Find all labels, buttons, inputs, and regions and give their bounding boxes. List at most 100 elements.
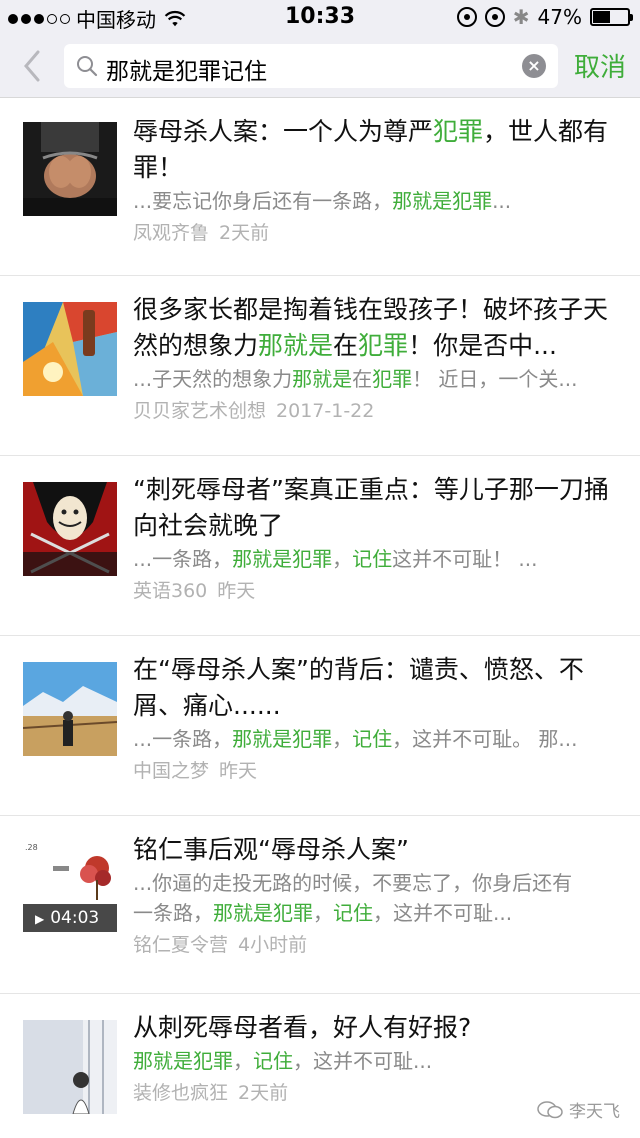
highlight-text: 那就是犯罪 <box>213 901 313 925</box>
result-source: 凤观齐鲁 <box>133 222 210 244</box>
result-snippet: 一条路，那就是犯罪，记住，这并不可耻... <box>133 898 616 928</box>
result-meta: 铭仁夏令营 4小时前 <box>133 930 616 960</box>
text-segment: 从刺死辱母者看，好人有好报? <box>133 1013 472 1042</box>
highlight-text: 犯罪 <box>358 331 409 360</box>
text-segment: 一条路， <box>133 901 213 925</box>
text-segment: ...子天然的想象力 <box>133 367 293 391</box>
text-segment: ， <box>332 727 353 751</box>
result-time: 昨天 <box>217 580 256 602</box>
result-title: 在“辱母杀人案”的背后：谴责、愤怒、不屑、痛心...... <box>133 652 616 724</box>
thumb-caption: .28 <box>25 843 38 852</box>
watermark-text: 李天飞 <box>569 1102 620 1122</box>
search-icon <box>77 56 98 77</box>
text-segment: 在 <box>333 331 359 360</box>
result-time: 2天前 <box>238 1082 289 1104</box>
orientation-lock-icon <box>456 7 477 27</box>
text-segment: ， <box>233 1049 253 1073</box>
text-segment: 这并不可耻！ ... <box>392 547 538 571</box>
result-meta: 中国之梦 昨天 <box>133 756 616 786</box>
text-segment: ...一条路， <box>133 727 233 751</box>
result-title: 很多家长都是掏着钱在毁孩子！破坏孩子天然的想象力那就是在犯罪！你是否中... <box>133 292 616 364</box>
result-source: 贝贝家艺术创想 <box>133 400 267 422</box>
text-segment: ，这并不可耻... <box>373 901 513 925</box>
thumbnail <box>23 302 117 396</box>
text-segment: “刺死辱母者”案真正重点：等儿子那一刀捅向社会就晚了 <box>133 475 609 540</box>
result-title: “刺死辱母者”案真正重点：等儿子那一刀捅向社会就晚了 <box>133 472 616 544</box>
back-chevron-icon[interactable] <box>18 48 48 84</box>
result-item[interactable]: 在“辱母杀人案”的背后：谴责、愤怒、不屑、痛心...... ...一条路，那就是… <box>0 636 640 816</box>
result-snippet: 那就是犯罪，记住，这并不可耻... <box>133 1046 616 1076</box>
result-snippet: ...要忘记你身后还有一条路，那就是犯罪... <box>133 186 616 216</box>
search-bar: 那就是犯罪记住 × 取消 <box>0 34 640 98</box>
thumbnail <box>23 662 117 756</box>
result-snippet: ...一条路，那就是犯罪，记住这并不可耻！ ... <box>133 544 616 574</box>
thumbnail <box>23 482 117 576</box>
battery-percent: 47% <box>537 5 582 29</box>
result-time: 昨天 <box>219 760 258 782</box>
highlight-text: 那就是 <box>292 367 353 391</box>
result-time: 2天前 <box>219 222 270 244</box>
text-segment: ， <box>313 901 333 925</box>
text-segment: ...要忘记你身后还有一条路， <box>133 189 393 213</box>
text-segment: 在 <box>352 367 373 391</box>
text-segment: 铭仁事后观“辱母杀人案” <box>133 835 409 864</box>
watermark: 李天飞 <box>537 1097 620 1122</box>
result-snippet: ...子天然的想象力那就是在犯罪！ 近日，一个关... <box>133 364 616 394</box>
results-list: 辱母杀人案：一个人为尊严犯罪，世人都有罪！ ...要忘记你身后还有一条路，那就是… <box>0 98 640 1138</box>
result-meta: 凤观齐鲁 2天前 <box>133 218 616 248</box>
highlight-text: 犯罪 <box>372 367 413 391</box>
cancel-button[interactable]: 取消 <box>574 47 626 84</box>
highlight-text: 记住 <box>352 727 393 751</box>
thumbnail <box>23 122 117 216</box>
result-item[interactable]: 辱母杀人案：一个人为尊严犯罪，世人都有罪！ ...要忘记你身后还有一条路，那就是… <box>0 98 640 276</box>
clear-icon[interactable]: × <box>522 54 546 78</box>
wechat-icon <box>537 1100 563 1118</box>
result-title: 辱母杀人案：一个人为尊严犯罪，世人都有罪！ <box>133 114 616 186</box>
result-snippet: ...一条路，那就是犯罪，记住，这并不可耻。 那... <box>133 724 616 754</box>
result-title: 铭仁事后观“辱母杀人案” <box>133 832 616 868</box>
result-time: 4小时前 <box>238 934 308 956</box>
video-thumbnail[interactable]: .28 ▶ 04:03 <box>23 838 117 932</box>
highlight-text: 那就是 <box>258 331 334 360</box>
text-segment: ，这并不可耻。 那... <box>392 727 578 751</box>
result-meta: 贝贝家艺术创想 2017-1-22 <box>133 396 616 426</box>
battery-icon <box>590 8 633 26</box>
result-source: 铭仁夏令营 <box>133 934 229 956</box>
result-item[interactable]: .28 ▶ 04:03 铭仁事后观“辱母杀人案” ...你逼的走投无路的时候，不要… <box>0 816 640 994</box>
search-input[interactable]: 那就是犯罪记住 × <box>64 44 558 88</box>
highlight-text: 记住 <box>333 901 373 925</box>
result-source: 英语360 <box>133 580 208 602</box>
highlight-text: 那就是犯罪 <box>232 547 333 571</box>
text-segment: ...你逼的走投无路的时候，不要忘了，你身后还有 <box>133 871 573 895</box>
result-time: 2017-1-22 <box>276 400 375 422</box>
play-icon: ▶ <box>35 912 45 926</box>
text-segment: 在“辱母杀人案”的背后：谴责、愤怒、不屑、痛心...... <box>133 655 584 720</box>
alarm-icon <box>484 7 505 27</box>
result-meta: 英语360 昨天 <box>133 576 616 606</box>
result-snippet: ...你逼的走投无路的时候，不要忘了，你身后还有 <box>133 868 616 898</box>
highlight-text: 记住 <box>253 1049 293 1073</box>
text-segment: ，这并不可耻... <box>293 1049 433 1073</box>
highlight-text: 那就是犯罪 <box>392 189 493 213</box>
thumbnail <box>23 1020 117 1114</box>
status-right: ✱ 47% <box>456 5 633 29</box>
highlight-text: 那就是犯罪 <box>133 1049 233 1073</box>
text-segment: ！你是否中... <box>408 331 557 360</box>
video-duration: 04:03 <box>50 908 100 928</box>
result-item[interactable]: 很多家长都是掏着钱在毁孩子！破坏孩子天然的想象力那就是在犯罪！你是否中... .… <box>0 276 640 456</box>
result-source: 装修也疯狂 <box>133 1082 229 1104</box>
search-query[interactable]: 那就是犯罪记住 <box>106 52 267 86</box>
text-segment: ， <box>332 547 353 571</box>
result-item[interactable]: “刺死辱母者”案真正重点：等儿子那一刀捅向社会就晚了 ...一条路，那就是犯罪，… <box>0 456 640 636</box>
highlight-text: 犯罪 <box>433 117 484 146</box>
status-bar: 中国移动 10:33 ✱ 47% <box>0 0 640 34</box>
text-segment: ...一条路， <box>133 547 233 571</box>
highlight-text: 那就是犯罪 <box>232 727 333 751</box>
video-duration-badge: ▶ 04:03 <box>23 904 117 932</box>
bluetooth-icon: ✱ <box>512 5 530 29</box>
highlight-text: 记住 <box>352 547 393 571</box>
text-segment: ！ 近日，一个关... <box>412 367 578 391</box>
result-source: 中国之梦 <box>133 760 210 782</box>
text-segment: 辱母杀人案：一个人为尊严 <box>133 117 434 146</box>
text-segment: ... <box>492 189 512 213</box>
